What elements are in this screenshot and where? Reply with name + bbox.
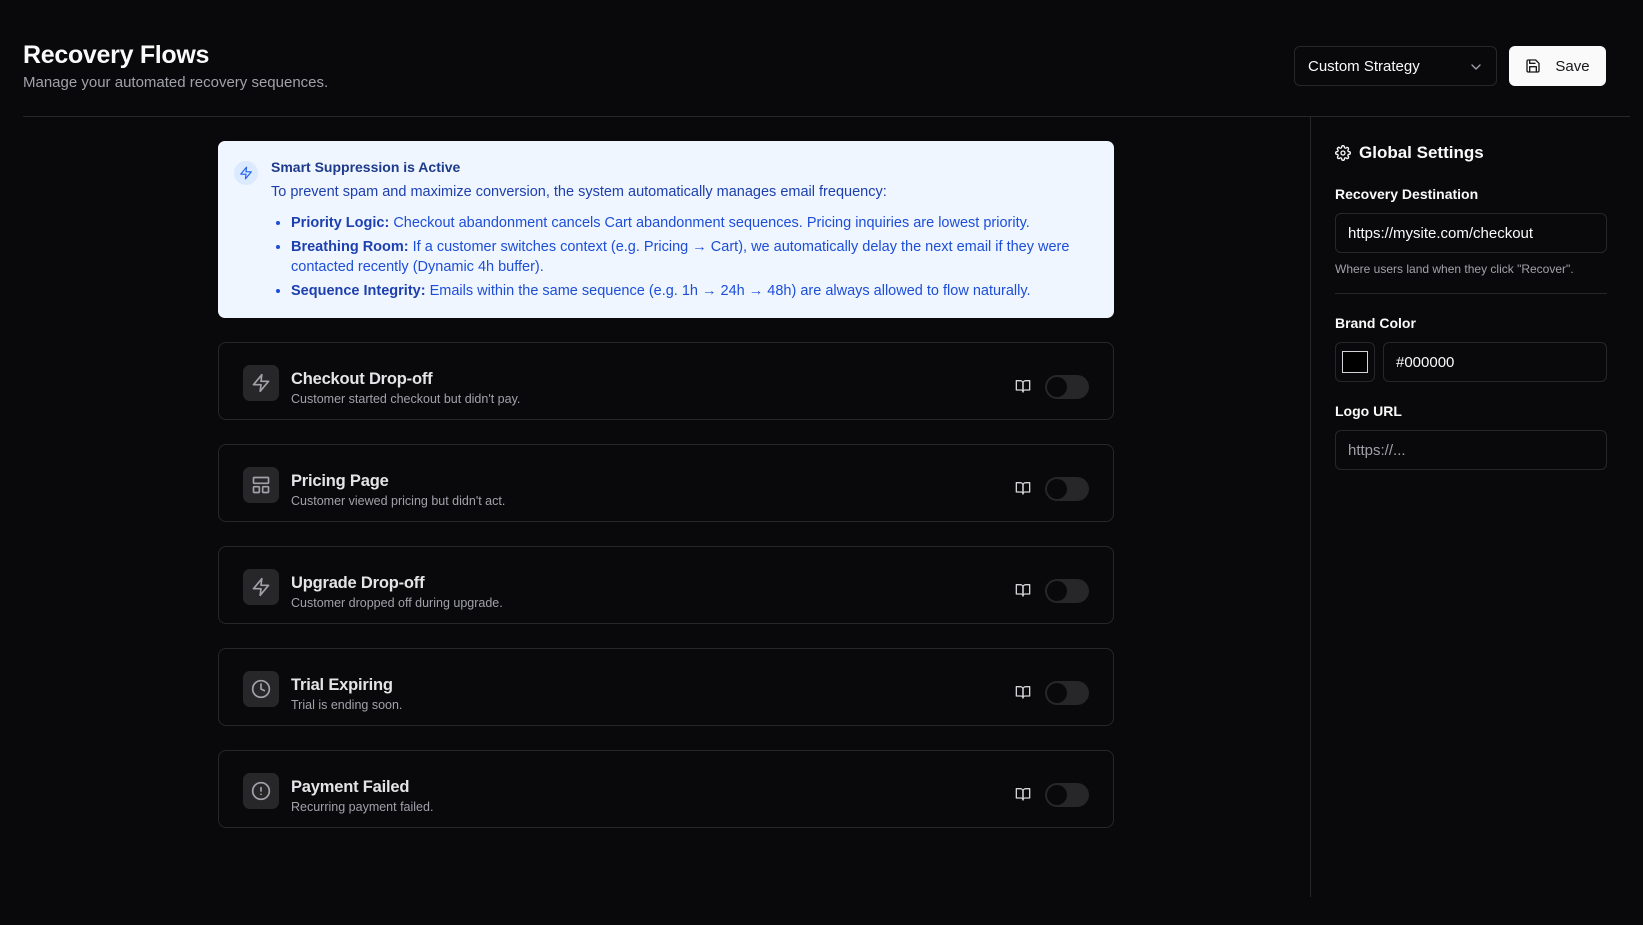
logo-url-input[interactable] — [1335, 430, 1607, 470]
brand-color-picker[interactable] — [1335, 342, 1375, 382]
zap-icon — [243, 569, 279, 605]
notice-list: Priority Logic: Checkout abandonment can… — [271, 213, 1091, 305]
toggle-knob — [1047, 581, 1067, 601]
flow-title: Upgrade Drop-off — [291, 574, 425, 592]
notice-item-label: Breathing Room: — [291, 239, 409, 255]
book-open-icon[interactable] — [1014, 786, 1032, 802]
chevron-down-icon — [1471, 64, 1481, 70]
sidebar-divider — [1310, 117, 1311, 897]
notice-title: Smart Suppression is Active — [271, 159, 461, 175]
brand-color-label: Brand Color — [1335, 315, 1416, 331]
flow-toggle[interactable] — [1045, 579, 1089, 603]
flow-title: Trial Expiring — [291, 676, 393, 694]
notice-item-text: Emails within the same sequence (e.g. 1h… — [429, 283, 1031, 299]
list-item: Breathing Room: If a customer switches c… — [291, 237, 1091, 277]
flow-card-trial-expiring: Trial Expiring Trial is ending soon. — [218, 648, 1114, 726]
save-button-label: Save — [1555, 57, 1590, 75]
flow-title: Pricing Page — [291, 472, 389, 490]
strategy-select-value: Custom Strategy — [1308, 57, 1420, 75]
notice-item-label: Priority Logic: — [291, 215, 390, 231]
logo-url-label: Logo URL — [1335, 403, 1402, 419]
flow-title: Checkout Drop-off — [291, 370, 433, 388]
color-swatch — [1342, 351, 1368, 373]
flow-description: Customer dropped off during upgrade. — [291, 596, 503, 610]
list-item: Sequence Integrity: Emails within the sa… — [291, 281, 1091, 301]
zap-icon — [243, 365, 279, 401]
save-button[interactable]: Save — [1509, 46, 1606, 86]
smart-suppression-notice: Smart Suppression is Active To prevent s… — [218, 141, 1114, 318]
flow-card-payment-failed: Payment Failed Recurring payment failed. — [218, 750, 1114, 828]
toggle-knob — [1047, 377, 1067, 397]
book-open-icon[interactable] — [1014, 480, 1032, 496]
book-open-icon[interactable] — [1014, 684, 1032, 700]
flow-toggle[interactable] — [1045, 783, 1089, 807]
list-item: Priority Logic: Checkout abandonment can… — [291, 213, 1091, 233]
flow-description: Recurring payment failed. — [291, 800, 434, 814]
toggle-knob — [1047, 683, 1067, 703]
alert-circle-icon — [243, 773, 279, 809]
toggle-knob — [1047, 785, 1067, 805]
flow-description: Customer started checkout but didn't pay… — [291, 392, 521, 406]
notice-item-label: Sequence Integrity: — [291, 283, 426, 299]
global-settings-title: Global Settings — [1335, 143, 1484, 163]
strategy-select[interactable]: Custom Strategy — [1294, 46, 1497, 86]
book-open-icon[interactable] — [1014, 582, 1032, 598]
flow-title: Payment Failed — [291, 778, 410, 796]
zap-icon — [234, 161, 258, 185]
flow-description: Trial is ending soon. — [291, 698, 403, 712]
brand-color-input[interactable] — [1383, 342, 1607, 382]
notice-item-text: Checkout abandonment cancels Cart abando… — [393, 215, 1030, 231]
layout-icon — [243, 467, 279, 503]
flow-toggle[interactable] — [1045, 477, 1089, 501]
notice-description: To prevent spam and maximize conversion,… — [271, 184, 887, 200]
flow-card-pricing-page: Pricing Page Customer viewed pricing but… — [218, 444, 1114, 522]
flow-card-checkout-drop-off: Checkout Drop-off Customer started check… — [218, 342, 1114, 420]
clock-icon — [243, 671, 279, 707]
flow-toggle[interactable] — [1045, 375, 1089, 399]
global-settings-title-text: Global Settings — [1359, 143, 1484, 162]
page-subtitle: Manage your automated recovery sequences… — [23, 74, 329, 91]
save-icon — [1526, 59, 1541, 73]
page-title: Recovery Flows — [23, 41, 210, 69]
flow-description: Customer viewed pricing but didn't act. — [291, 494, 506, 508]
recovery-destination-input[interactable] — [1335, 213, 1607, 253]
gear-icon — [1335, 145, 1351, 161]
toggle-knob — [1047, 479, 1067, 499]
flow-card-upgrade-drop-off: Upgrade Drop-off Customer dropped off du… — [218, 546, 1114, 624]
recovery-destination-hint: Where users land when they click "Recove… — [1335, 262, 1574, 276]
recovery-destination-label: Recovery Destination — [1335, 186, 1479, 202]
divider — [1335, 293, 1607, 294]
flow-toggle[interactable] — [1045, 681, 1089, 705]
book-open-icon[interactable] — [1014, 378, 1032, 394]
